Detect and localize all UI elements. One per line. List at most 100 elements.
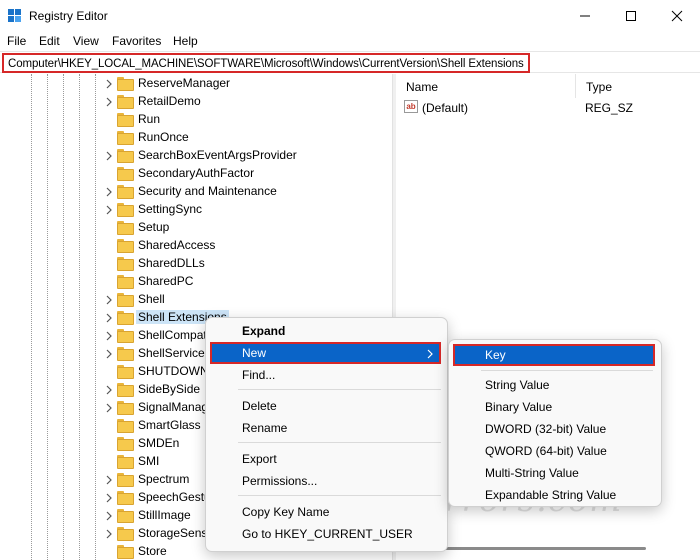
tree-item[interactable]: SearchBoxEventArgsProvider: [0, 147, 380, 165]
chevron-right-icon[interactable]: [104, 475, 114, 485]
submenu-binary-value[interactable]: Binary Value: [453, 396, 657, 418]
tree-item[interactable]: Shell: [0, 291, 380, 309]
tree-item-label: StillImage: [138, 508, 191, 522]
tree-item-label: Spectrum: [138, 472, 190, 486]
menu-export[interactable]: Export: [210, 448, 443, 470]
menu-edit[interactable]: Edit: [39, 34, 60, 48]
chevron-right-icon[interactable]: [104, 97, 114, 107]
tree-item[interactable]: SharedDLLs: [0, 255, 380, 273]
submenu-string-value-label: String Value: [485, 378, 550, 392]
menu-new[interactable]: New: [210, 342, 441, 364]
menu-permissions-label: Permissions...: [242, 474, 318, 488]
chevron-right-icon[interactable]: [104, 79, 114, 89]
menu-expand-label: Expand: [242, 324, 286, 338]
tree-item[interactable]: Run: [0, 111, 380, 129]
tree-item-label: SMDEn: [138, 436, 180, 450]
value-type: REG_SZ: [585, 101, 634, 115]
values-horizontal-scrollbar[interactable]: [416, 545, 700, 553]
folder-icon: [117, 275, 134, 289]
string-value-icon: ab: [404, 100, 418, 113]
tree-item[interactable]: ReserveManager: [0, 75, 380, 93]
tree-item[interactable]: SecondaryAuthFactor: [0, 165, 380, 183]
submenu-multi-string-value-label: Multi-String Value: [485, 466, 579, 480]
tree-item-label: Run: [138, 112, 161, 126]
submenu-string-value[interactable]: String Value: [453, 374, 657, 396]
submenu-dword-value-label: DWORD (32-bit) Value: [485, 422, 607, 436]
menu-file[interactable]: File: [7, 34, 26, 48]
submenu-expandable-string-value[interactable]: Expandable String Value: [453, 484, 657, 506]
tree-item[interactable]: SharedPC: [0, 273, 380, 291]
minimize-icon: [580, 15, 590, 17]
tree-item[interactable]: RetailDemo: [0, 93, 380, 111]
folder-icon: [117, 491, 134, 505]
chevron-right-icon[interactable]: [104, 187, 114, 197]
folder-icon: [117, 167, 134, 181]
folder-icon: [117, 257, 134, 271]
menu-copy-key-name[interactable]: Copy Key Name: [210, 501, 443, 523]
tree-item-label: SearchBoxEventArgsProvider: [138, 148, 297, 162]
submenu-expandable-string-value-label: Expandable String Value: [485, 488, 617, 502]
menu-favorites[interactable]: Favorites: [112, 34, 161, 48]
chevron-right-icon[interactable]: [104, 493, 114, 503]
menu-separator: [238, 495, 441, 496]
chevron-right-icon[interactable]: [104, 403, 114, 413]
tree-item[interactable]: SettingSync: [0, 201, 380, 219]
menu-view[interactable]: View: [73, 34, 99, 48]
registry-editor-icon: [8, 9, 22, 23]
tree-item-label: Store: [138, 544, 167, 558]
chevron-right-icon[interactable]: [104, 295, 114, 305]
menu-rename-label: Rename: [242, 421, 288, 435]
tree-item-label: SMI: [138, 454, 160, 468]
menu-export-label: Export: [242, 452, 277, 466]
scrollbar-thumb[interactable]: [416, 547, 646, 550]
menu-rename[interactable]: Rename: [210, 417, 443, 439]
tree-item[interactable]: RunOnce: [0, 129, 380, 147]
tree-item-label: ReserveManager: [138, 76, 231, 90]
menu-help[interactable]: Help: [173, 34, 198, 48]
folder-icon: [117, 131, 134, 145]
tree-item-label: RetailDemo: [138, 94, 201, 108]
chevron-right-icon[interactable]: [104, 511, 114, 521]
column-header-type[interactable]: Type: [576, 74, 700, 98]
menu-new-label: New: [242, 346, 267, 360]
menu-find-label: Find...: [242, 368, 276, 382]
menu-delete[interactable]: Delete: [210, 395, 443, 417]
menu-find[interactable]: Find...: [210, 364, 443, 386]
chevron-right-icon[interactable]: [104, 349, 114, 359]
chevron-right-icon[interactable]: [104, 151, 114, 161]
menu-expand[interactable]: Expand: [210, 320, 443, 342]
folder-icon: [117, 77, 134, 91]
tree-item[interactable]: Setup: [0, 219, 380, 237]
chevron-right-icon[interactable]: [104, 385, 114, 395]
address-path[interactable]: Computer\HKEY_LOCAL_MACHINE\SOFTWARE\Mic…: [2, 53, 530, 73]
folder-icon: [117, 383, 134, 397]
folder-icon: [117, 149, 134, 163]
tree-item-label: SmartGlass: [138, 418, 201, 432]
menu-goto-hkcu-label: Go to HKEY_CURRENT_USER: [242, 527, 413, 541]
close-button[interactable]: [654, 0, 700, 32]
title-bar: Registry Editor: [0, 0, 700, 32]
menu-permissions[interactable]: Permissions...: [210, 470, 443, 492]
maximize-button[interactable]: [608, 0, 654, 32]
submenu-qword-value[interactable]: QWORD (64-bit) Value: [453, 440, 657, 462]
chevron-right-icon[interactable]: [104, 331, 114, 341]
address-bar[interactable]: Computer\HKEY_LOCAL_MACHINE\SOFTWARE\Mic…: [0, 51, 700, 73]
column-header-name[interactable]: Name: [396, 74, 576, 98]
submenu-key[interactable]: Key: [453, 344, 655, 366]
tree-item-label: SettingSync: [138, 202, 203, 216]
minimize-button[interactable]: [562, 0, 608, 32]
folder-icon: [117, 113, 134, 127]
window-title: Registry Editor: [29, 9, 108, 23]
value-row[interactable]: ab (Default) REG_SZ: [396, 98, 700, 118]
chevron-right-icon[interactable]: [104, 205, 114, 215]
chevron-right-icon[interactable]: [104, 529, 114, 539]
folder-icon: [117, 293, 134, 307]
menu-separator: [238, 442, 441, 443]
tree-item[interactable]: Security and Maintenance: [0, 183, 380, 201]
chevron-right-icon[interactable]: [104, 313, 114, 323]
context-menu: Expand New Find... Delete Rename Export …: [205, 317, 448, 552]
menu-goto-hkcu[interactable]: Go to HKEY_CURRENT_USER: [210, 523, 443, 545]
tree-item[interactable]: SharedAccess: [0, 237, 380, 255]
submenu-dword-value[interactable]: DWORD (32-bit) Value: [453, 418, 657, 440]
submenu-multi-string-value[interactable]: Multi-String Value: [453, 462, 657, 484]
